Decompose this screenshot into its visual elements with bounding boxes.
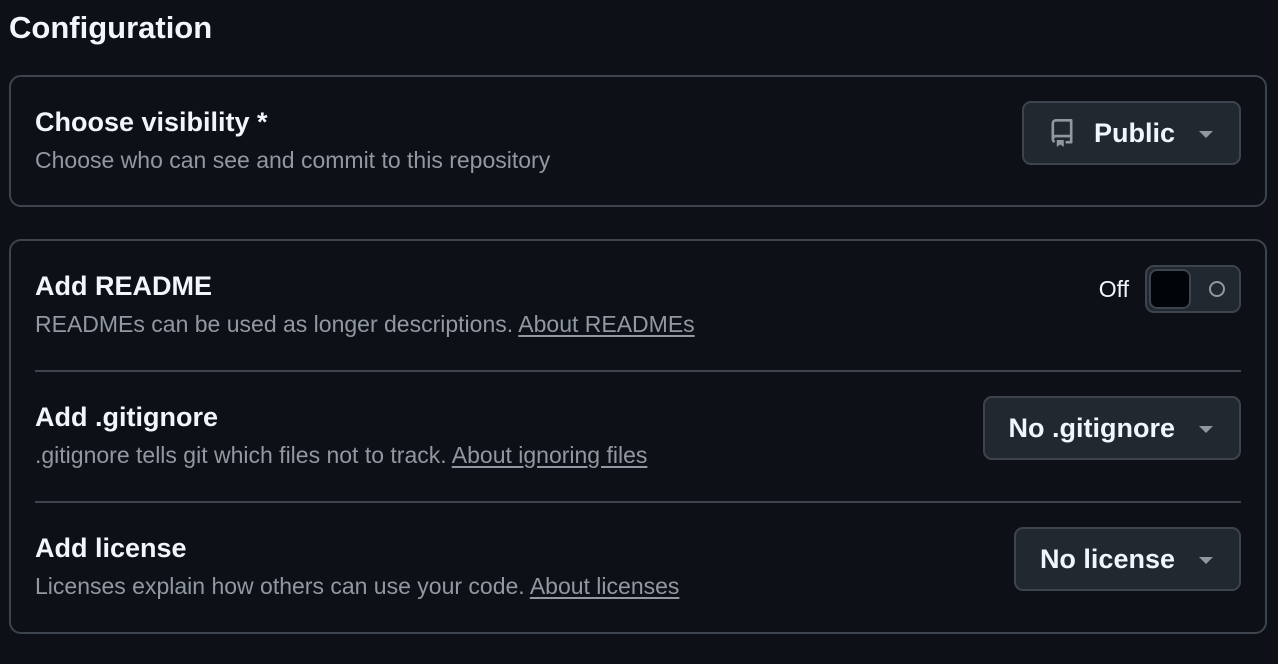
readme-description: READMEs can be used as longer descriptio… [35, 311, 514, 337]
license-select-value: No license [1039, 543, 1175, 574]
options-panel: Add README READMEs can be used as longer… [9, 239, 1267, 634]
about-licenses-link[interactable]: About licenses [530, 573, 680, 599]
readme-title: Add README [35, 271, 212, 301]
visibility-select-value: Public [1093, 117, 1175, 148]
about-ignoring-files-link[interactable]: About ignoring files [452, 442, 648, 468]
license-select-button[interactable]: No license [1013, 527, 1241, 591]
gitignore-description: .gitignore tells git which files not to … [35, 442, 447, 468]
toggle-knob [1149, 269, 1191, 309]
readme-description-wrap: READMEs can be used as longer descriptio… [35, 309, 1241, 339]
readme-toggle-wrap: Off [1099, 265, 1241, 313]
visibility-panel: Choose visibility * Choose who can see a… [9, 75, 1267, 207]
gitignore-select-button[interactable]: No .gitignore [982, 396, 1241, 460]
toggle-off-icon [1209, 281, 1225, 297]
repo-icon [1051, 119, 1073, 147]
readme-row: Add README READMEs can be used as longer… [35, 269, 1241, 339]
chevron-down-icon [1199, 130, 1213, 138]
license-description: Licenses explain how others can use your… [35, 573, 525, 599]
visibility-select-button[interactable]: Public [1021, 101, 1241, 165]
divider [35, 370, 1241, 372]
gitignore-select-value: No .gitignore [1008, 412, 1175, 443]
about-readmes-link[interactable]: About READMEs [518, 311, 694, 337]
chevron-down-icon [1199, 556, 1213, 564]
page-title: Configuration [9, 10, 213, 45]
chevron-down-icon [1199, 425, 1213, 433]
divider [35, 501, 1241, 503]
readme-toggle-label: Off [1098, 275, 1129, 302]
readme-toggle[interactable] [1145, 265, 1241, 313]
